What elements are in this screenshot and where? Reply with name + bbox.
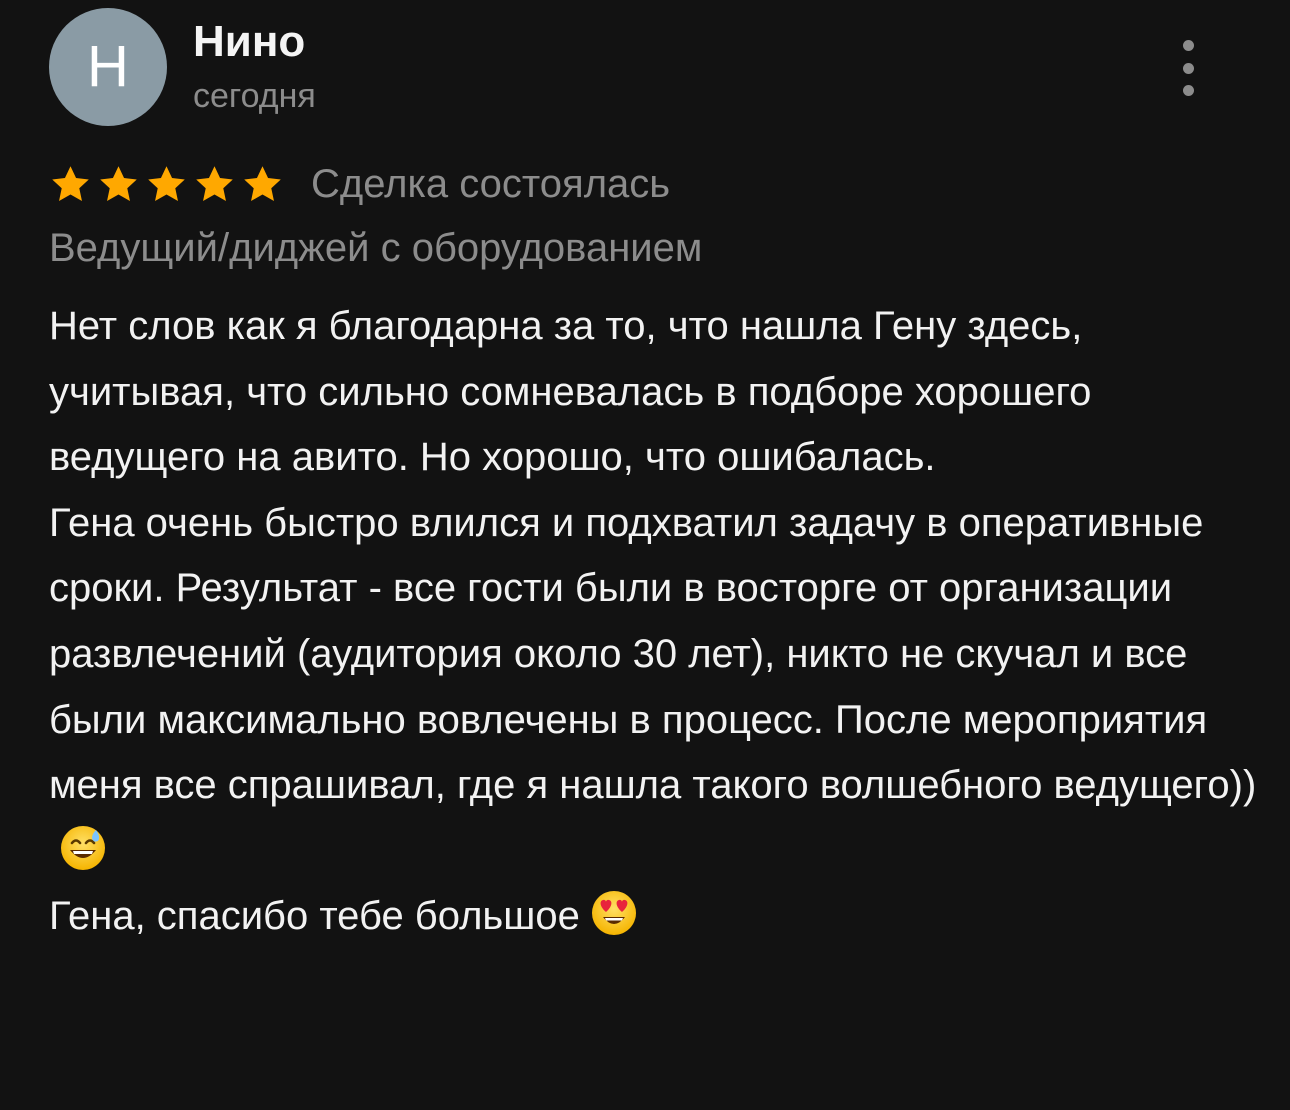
review-paragraph: Гена, спасибо тебе большое [49, 884, 1259, 950]
heart-eyes-emoji [590, 889, 638, 937]
review-paragraph-text: Гена, спасибо тебе большое [49, 894, 580, 939]
star-icon [241, 163, 284, 206]
review-paragraph: Гена очень быстро влился и подхватил зад… [49, 491, 1259, 885]
review-paragraph: Нет слов как я благодарна за то, что наш… [49, 294, 1259, 491]
star-icon [97, 163, 140, 206]
author-name[interactable]: Нино [193, 17, 305, 66]
more-vertical-icon-dot [1182, 85, 1194, 96]
review-card: Н Нино сегодня Сделка состоялась Ведущий… [0, 0, 1290, 1110]
review-paragraph-text: Нет слов как я благодарна за то, что наш… [49, 304, 1092, 480]
rating-stars [49, 163, 289, 206]
star-icon [49, 163, 92, 206]
more-vertical-icon [1182, 40, 1194, 51]
review-date: сегодня [193, 77, 316, 115]
star-icon [145, 163, 188, 206]
more-vertical-icon-dot [1182, 62, 1194, 74]
deal-status: Сделка состоялась [311, 162, 671, 206]
grinning-sweat-emoji [59, 824, 107, 872]
star-icon [193, 163, 236, 206]
service-name: Ведущий/диджей с оборудованием [49, 226, 703, 270]
review-text: Нет слов как я благодарна за то, что наш… [49, 294, 1259, 950]
avatar[interactable]: Н [49, 8, 167, 126]
more-options-button[interactable] [1166, 40, 1210, 96]
review-paragraph-text: Гена очень быстро влился и подхватил зад… [49, 500, 1257, 808]
rating-row: Сделка состоялась [49, 158, 670, 210]
avatar-letter: Н [87, 34, 129, 99]
